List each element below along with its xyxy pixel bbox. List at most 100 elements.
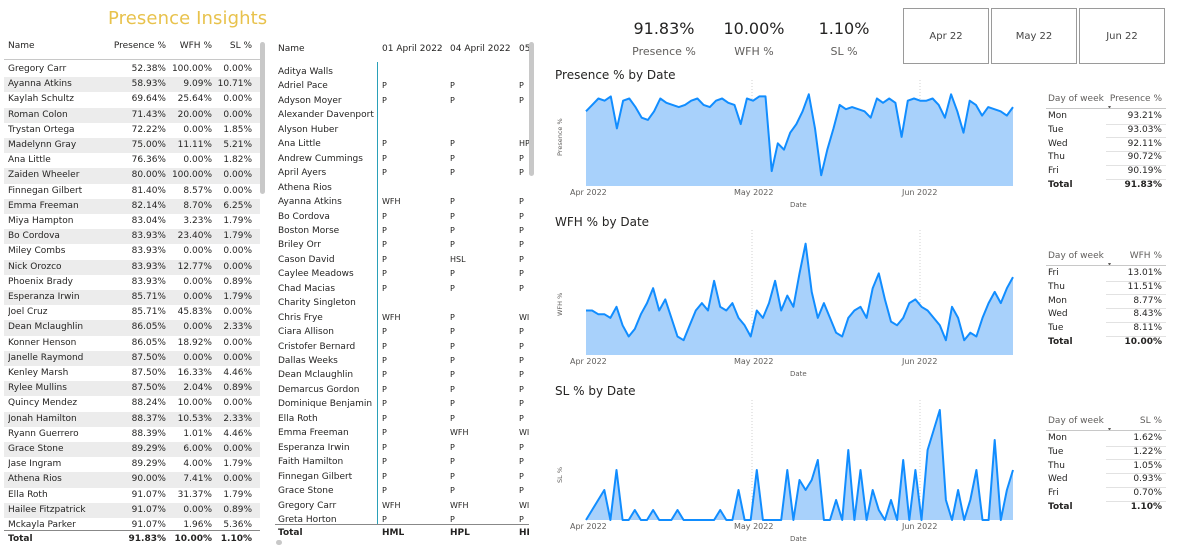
- day-value: 90.19%: [1127, 166, 1162, 177]
- table-row[interactable]: Finnegan Gilbert 81.40% 8.57% 0.00%: [4, 184, 260, 199]
- matrix-column-header[interactable]: 05: [519, 44, 529, 54]
- matrix-row[interactable]: Faith Hamilton P P P: [275, 455, 529, 469]
- table-row[interactable]: Gregory Carr 52.38% 100.00% 0.00%: [4, 62, 260, 77]
- table-row[interactable]: Kenley Marsh 87.50% 16.33% 4.46%: [4, 366, 260, 381]
- matrix-row[interactable]: Boston Morse P P P: [275, 224, 529, 238]
- attendance-code: P: [450, 486, 455, 496]
- table-cell: 0.00%: [183, 504, 212, 515]
- matrix-row[interactable]: Caylee Meadows P P P: [275, 267, 529, 281]
- table-row[interactable]: Grace Stone 89.29% 6.00% 0.00%: [4, 442, 260, 458]
- attendance-code: P: [450, 413, 455, 423]
- table-row[interactable]: Dean Mclaughlin 86.05% 0.00% 2.33%: [4, 320, 260, 336]
- attendance-code: P: [382, 240, 387, 250]
- matrix-column-header[interactable]: Name: [278, 44, 388, 54]
- matrix-row[interactable]: Ciara Allison P P P: [275, 325, 529, 339]
- table-row[interactable]: Ella Roth 91.07% 31.37% 1.79%: [4, 488, 260, 503]
- table-row[interactable]: Quincy Mendez 88.24% 10.00% 0.00%: [4, 396, 260, 411]
- matrix-row[interactable]: Demarcus Gordon P P P: [275, 383, 529, 397]
- left-table-scrollbar[interactable]: [260, 42, 265, 194]
- matrix-row[interactable]: Andrew Cummings P P P: [275, 152, 529, 166]
- column-header[interactable]: WFH %: [1106, 251, 1162, 261]
- matrix-row[interactable]: Briley Orr P P P: [275, 238, 529, 252]
- table-cell: 85.71%: [131, 307, 166, 318]
- matrix-row[interactable]: Athena Rios: [275, 181, 529, 195]
- table-cell: Hailee Fitzpatrick: [8, 504, 86, 515]
- matrix-horizontal-scrollbar[interactable]: [276, 540, 282, 545]
- table-row[interactable]: Ana Little 76.36% 0.00% 1.82%: [4, 153, 260, 168]
- matrix-column-header[interactable]: 04 April 2022: [450, 44, 528, 54]
- table-row[interactable]: Trystan Ortega 72.22% 0.00% 1.85%: [4, 123, 260, 138]
- matrix-row[interactable]: Aditya Walls: [275, 65, 529, 79]
- attendance-code: P: [450, 269, 455, 279]
- matrix-row[interactable]: April Ayers P P P: [275, 166, 529, 180]
- matrix-row[interactable]: Ella Roth P P P: [275, 412, 529, 426]
- month-slicer-button[interactable]: Jun 22: [1079, 8, 1165, 64]
- table-row[interactable]: Athena Rios 90.00% 7.41% 0.00%: [4, 472, 260, 488]
- table-cell: 91.07%: [131, 504, 166, 515]
- matrix-row[interactable]: Ana Little P P HP: [275, 137, 529, 151]
- matrix-row[interactable]: Cason David P HSL P: [275, 253, 529, 267]
- table-row[interactable]: Konner Henson 86.05% 18.92% 0.00%: [4, 336, 260, 351]
- table-cell: Finnegan Gilbert: [8, 185, 83, 196]
- month-slicer-button[interactable]: Apr 22: [903, 8, 989, 64]
- table-row[interactable]: Bo Cordova 83.93% 23.40% 1.79%: [4, 229, 260, 245]
- matrix-row[interactable]: Grace Stone P P P: [275, 484, 529, 498]
- month-slicer-button[interactable]: May 22: [991, 8, 1077, 64]
- table-row[interactable]: Madelynn Gray 75.00% 11.11% 5.21%: [4, 138, 260, 154]
- table-row[interactable]: Miley Combs 83.93% 0.00% 0.00%: [4, 244, 260, 259]
- table-cell: 0.89%: [223, 276, 252, 287]
- table-row[interactable]: Roman Colon 71.43% 20.00% 0.00%: [4, 107, 260, 123]
- matrix-row[interactable]: Dallas Weeks P P P: [275, 354, 529, 368]
- matrix-row[interactable]: Cristofer Bernard P P P: [275, 340, 529, 354]
- table-row[interactable]: Rylee Mullins 87.50% 2.04% 0.89%: [4, 381, 260, 397]
- column-header[interactable]: Day of week: [1048, 251, 1104, 261]
- matrix-row[interactable]: Ayanna Atkins WFH P P: [275, 195, 529, 209]
- column-header[interactable]: SL %: [212, 41, 252, 51]
- table-row[interactable]: Zaiden Wheeler 80.00% 100.00% 0.00%: [4, 168, 260, 184]
- day-label: Wed: [1048, 474, 1068, 485]
- table-cell: 0.00%: [223, 337, 252, 348]
- column-header[interactable]: Presence %: [108, 41, 166, 51]
- matrix-row[interactable]: Esperanza Irwin P P P: [275, 441, 529, 455]
- matrix-row[interactable]: Alexander Davenport: [275, 108, 529, 122]
- table-row[interactable]: Miya Hampton 83.04% 3.23% 1.79%: [4, 214, 260, 229]
- matrix-row[interactable]: Dominique Benjamin P P P: [275, 397, 529, 411]
- column-header[interactable]: Presence %: [1106, 94, 1162, 104]
- table-cell: Joel Cruz: [8, 307, 48, 318]
- table-row[interactable]: Ayanna Atkins 58.93% 9.09% 10.71%: [4, 77, 260, 93]
- table-row[interactable]: Ryann Guerrero 88.39% 1.01% 4.46%: [4, 427, 260, 442]
- column-header[interactable]: Day of week: [1048, 94, 1104, 104]
- matrix-row[interactable]: Alyson Huber: [275, 123, 529, 137]
- matrix-row[interactable]: Adyson Moyer P P P: [275, 94, 529, 108]
- table-row[interactable]: Hailee Fitzpatrick 91.07% 0.00% 0.89%: [4, 502, 260, 518]
- table-row[interactable]: Nick Orozco 83.93% 12.77% 0.00%: [4, 259, 260, 275]
- table-cell: 2.04%: [183, 383, 212, 394]
- table-row[interactable]: Emma Freeman 82.14% 8.70% 6.25%: [4, 198, 260, 214]
- table-row[interactable]: Kaylah Schultz 69.64% 25.64% 0.00%: [4, 92, 260, 107]
- table-row[interactable]: Esperanza Irwin 85.71% 0.00% 1.79%: [4, 290, 260, 306]
- column-header[interactable]: Name: [8, 41, 108, 51]
- table-row[interactable]: Jonah Hamilton 88.37% 10.53% 2.33%: [4, 411, 260, 427]
- matrix-row[interactable]: Chad Macias P P P: [275, 282, 529, 296]
- day-value: 92.11%: [1127, 138, 1162, 149]
- table-row[interactable]: Jase Ingram 89.29% 4.00% 1.79%: [4, 457, 260, 472]
- matrix-row[interactable]: Dean Mclaughlin P P P: [275, 368, 529, 382]
- column-header[interactable]: SL %: [1106, 416, 1162, 426]
- column-header[interactable]: Day of week: [1048, 416, 1104, 426]
- matrix-row[interactable]: Charity Singleton: [275, 296, 529, 310]
- matrix-row[interactable]: Adriel Pace P P P: [275, 79, 529, 93]
- attendance-code: P: [519, 471, 524, 481]
- table-row[interactable]: Phoenix Brady 83.93% 0.00% 0.89%: [4, 275, 260, 290]
- matrix-row[interactable]: Emma Freeman P WFH WI: [275, 426, 529, 440]
- matrix-row[interactable]: Finnegan Gilbert P P P: [275, 470, 529, 484]
- table-row[interactable]: Janelle Raymond 87.50% 0.00% 0.00%: [4, 350, 260, 366]
- matrix-row[interactable]: Gregory Carr WFH WFH WI: [275, 499, 529, 513]
- matrix-row[interactable]: Bo Cordova P P P: [275, 210, 529, 224]
- day-value: 8.77%: [1133, 295, 1162, 306]
- attendance-code: P: [450, 283, 455, 293]
- matrix-row[interactable]: Chris Frye WFH P WI: [275, 311, 529, 325]
- matrix-column-header[interactable]: 01 April 2022: [382, 44, 458, 54]
- matrix-vertical-scrollbar[interactable]: [529, 42, 534, 176]
- table-row[interactable]: Joel Cruz 85.71% 45.83% 0.00%: [4, 305, 260, 320]
- column-header[interactable]: WFH %: [166, 41, 212, 51]
